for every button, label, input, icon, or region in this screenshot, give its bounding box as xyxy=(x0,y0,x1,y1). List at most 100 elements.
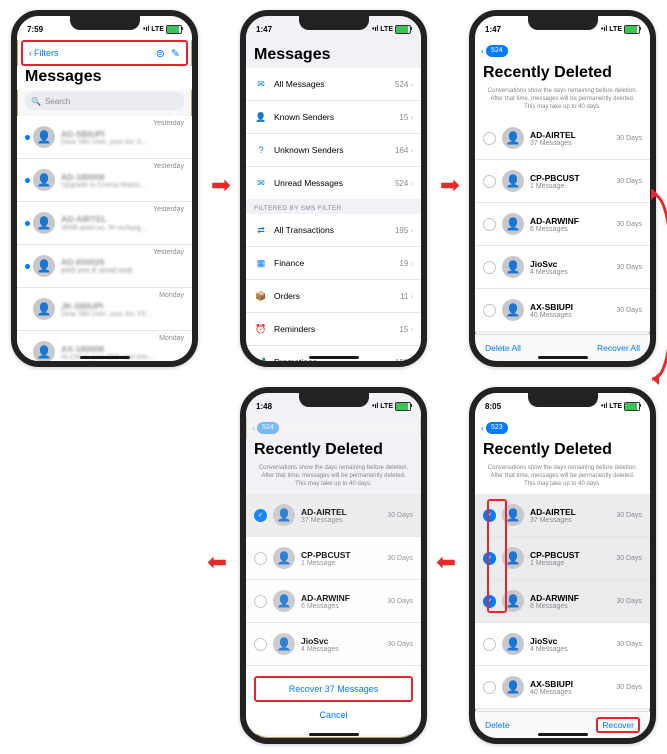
search-icon: 🔍 xyxy=(31,97,41,106)
recover-messages-button[interactable]: Recover 37 Messages xyxy=(254,676,413,702)
filter-row[interactable]: ?Unknown Senders164› xyxy=(246,134,421,167)
avatar-icon: 👤 xyxy=(33,169,55,191)
avatar-icon: 👤 xyxy=(33,212,55,234)
page-title: Recently Deleted xyxy=(475,62,650,86)
rd-note: Conversations show the days remaining be… xyxy=(475,463,650,494)
radio-icon[interactable] xyxy=(483,218,496,231)
compose-icon[interactable]: ✎ xyxy=(171,47,180,60)
nav-back[interactable]: ‹ 523 xyxy=(475,417,650,439)
avatar-icon: 👤 xyxy=(33,255,55,277)
radio-checked-icon[interactable]: ✓ xyxy=(254,509,267,522)
radio-checked-icon[interactable]: ✓ xyxy=(483,509,496,522)
nav-back: ‹ 524 xyxy=(246,417,421,439)
rd-row[interactable]: 👤AD-ARWINF6 Messages30 Days xyxy=(246,580,421,623)
rd-row[interactable]: 👤AX-SBIUPI40 Messages30 Days xyxy=(475,666,650,709)
filter-icon: 📦 xyxy=(254,289,268,303)
avatar-icon: 👤 xyxy=(502,127,524,149)
filter-row[interactable]: ⏰Reminders15› xyxy=(246,313,421,346)
filter-icon: ⏰ xyxy=(254,322,268,336)
delete-button[interactable]: Delete xyxy=(485,720,510,730)
clock: 7:59 xyxy=(27,25,43,34)
radio-icon[interactable] xyxy=(254,595,267,608)
radio-checked-icon[interactable]: ✓ xyxy=(483,552,496,565)
phone-messages-list: 7:59 •ıl LTE ‹ Filters ⊜ ✎ Messages 🔍 Se… xyxy=(11,10,198,367)
filter-icon: ✉ xyxy=(254,176,268,190)
message-row[interactable]: 👤JK-SBIUPIDear SBI User, your A/c XXXXX … xyxy=(17,288,192,331)
rd-row[interactable]: 👤JioSvc4 Messages30 Days xyxy=(475,246,650,289)
filter-icon: ▦ xyxy=(254,256,268,270)
rd-row[interactable]: ✓👤AD-AIRTEL37 Messages30 Days xyxy=(475,494,650,537)
rd-row[interactable]: 👤CP-PBCUST1 Message30 Days xyxy=(246,537,421,580)
rd-row[interactable]: 👤AX-SBIUPI40 Messages30 Days xyxy=(475,289,650,332)
phone-recently-deleted: 1:47 •ıl LTE ‹ 524 Recently Deleted Conv… xyxy=(469,10,656,367)
phone-recover-confirm: 1:48 •ıl LTE ‹ 524 Recently Deleted Conv… xyxy=(240,387,427,744)
rd-row[interactable]: 👤AD-AIRTEL37 Messages30 Days xyxy=(475,117,650,160)
filter-icon: 👤 xyxy=(254,110,268,124)
avatar-icon: 👤 xyxy=(33,298,55,320)
message-row[interactable]: 👤AD-AIRTELआपके airtel no. पर recharge of… xyxy=(17,202,192,245)
home-indicator xyxy=(538,733,588,736)
message-row[interactable]: 👤AX-180008Hi,Check your EMI card limit,o… xyxy=(17,331,192,367)
avatar-icon: 👤 xyxy=(33,341,55,363)
notch xyxy=(528,393,598,407)
rd-row[interactable]: ✓👤CP-PBCUST1 Message30 Days xyxy=(475,537,650,580)
radio-icon[interactable] xyxy=(483,261,496,274)
message-row[interactable]: 👤AD-180008Upgrade to Croma Washing Machi… xyxy=(17,159,192,202)
radio-checked-icon[interactable]: ✓ xyxy=(483,595,496,608)
arrow-curve-icon xyxy=(647,189,667,389)
notch xyxy=(299,393,369,407)
rd-row[interactable]: 👤CP-PBCUST1 Message30 Days xyxy=(475,160,650,203)
filter-row[interactable]: ⇄All Transactions195› xyxy=(246,214,421,247)
radio-icon[interactable] xyxy=(254,638,267,651)
message-row[interactable]: 👤AD-SBIUPIDear SBI User, your A/c XX4546… xyxy=(17,116,192,159)
radio-icon[interactable] xyxy=(483,638,496,651)
radio-icon[interactable] xyxy=(483,175,496,188)
rd-row[interactable]: 👤JioSvc4 Messages30 Days xyxy=(475,623,650,666)
avatar-icon: 👤 xyxy=(502,170,524,192)
radio-icon[interactable] xyxy=(483,681,496,694)
recover-button[interactable]: Recover xyxy=(596,717,640,733)
recover-all-button[interactable]: Recover All xyxy=(597,343,640,353)
avatar-icon: 👤 xyxy=(502,547,524,569)
avatar-icon: 👤 xyxy=(273,547,295,569)
cancel-button[interactable]: Cancel xyxy=(246,706,421,728)
arrow-right-icon: ➡ xyxy=(440,171,460,200)
delete-all-button[interactable]: Delete All xyxy=(485,343,521,353)
notch xyxy=(528,16,598,30)
rd-row[interactable]: ✓👤AD-AIRTEL37 Messages30 Days xyxy=(246,494,421,537)
filter-icon: ✉ xyxy=(254,77,268,91)
radio-icon[interactable] xyxy=(254,552,267,565)
filter-row[interactable]: 📦Orders11› xyxy=(246,280,421,313)
filter-section-header: FILTERED BY SMS FILTER xyxy=(246,199,421,214)
rd-note: Conversations show the days remaining be… xyxy=(246,463,421,494)
radio-icon[interactable] xyxy=(483,132,496,145)
message-list: 👤AD-SBIUPIDear SBI User, your A/c XX4546… xyxy=(17,116,192,367)
arrow-right-icon: ➡ xyxy=(211,171,231,200)
back-chevron-icon: ‹ xyxy=(481,46,484,56)
filter-row[interactable]: 👤Known Senders15› xyxy=(246,101,421,134)
radio-icon[interactable] xyxy=(483,304,496,317)
avatar-icon: 👤 xyxy=(502,213,524,235)
message-row[interactable]: 👤AD-650026हमारी तरफ से आपको बधाईYesterda… xyxy=(17,245,192,288)
filter-row[interactable]: ✉Unread Messages524› xyxy=(246,167,421,199)
search-input[interactable]: 🔍 Search xyxy=(25,92,184,110)
rd-row[interactable]: 👤AD-ARWINF6 Messages30 Days xyxy=(475,203,650,246)
page-title: Messages xyxy=(17,66,192,90)
filter-icon: ⇄ xyxy=(254,223,268,237)
rd-row[interactable]: 👤JioSvc4 Messages30 Days xyxy=(246,623,421,666)
filter-row[interactable]: ✉All Messages524› xyxy=(246,68,421,101)
notch xyxy=(299,16,369,30)
filter-row[interactable]: ▦Finance19› xyxy=(246,247,421,280)
arrow-left-icon: ➡ xyxy=(207,548,227,577)
rd-row[interactable]: ✓👤AD-ARWINF6 Messages30 Days xyxy=(475,580,650,623)
avatar-icon: 👤 xyxy=(273,633,295,655)
avatar-icon: 👤 xyxy=(502,676,524,698)
home-indicator xyxy=(538,356,588,359)
nav-back[interactable]: ‹ 524 xyxy=(475,40,650,62)
back-chevron-icon: ‹ xyxy=(29,48,32,58)
filter-icon[interactable]: ⊜ xyxy=(156,47,165,60)
avatar-icon: 👤 xyxy=(273,590,295,612)
nav-filters-link[interactable]: ‹ Filters ⊜ ✎ xyxy=(21,40,188,66)
filter-list-sms: ⇄All Transactions195›▦Finance19›📦Orders1… xyxy=(246,214,421,367)
rd-list: 👤AD-AIRTEL37 Messages30 Days👤CP-PBCUST1 … xyxy=(475,117,650,332)
